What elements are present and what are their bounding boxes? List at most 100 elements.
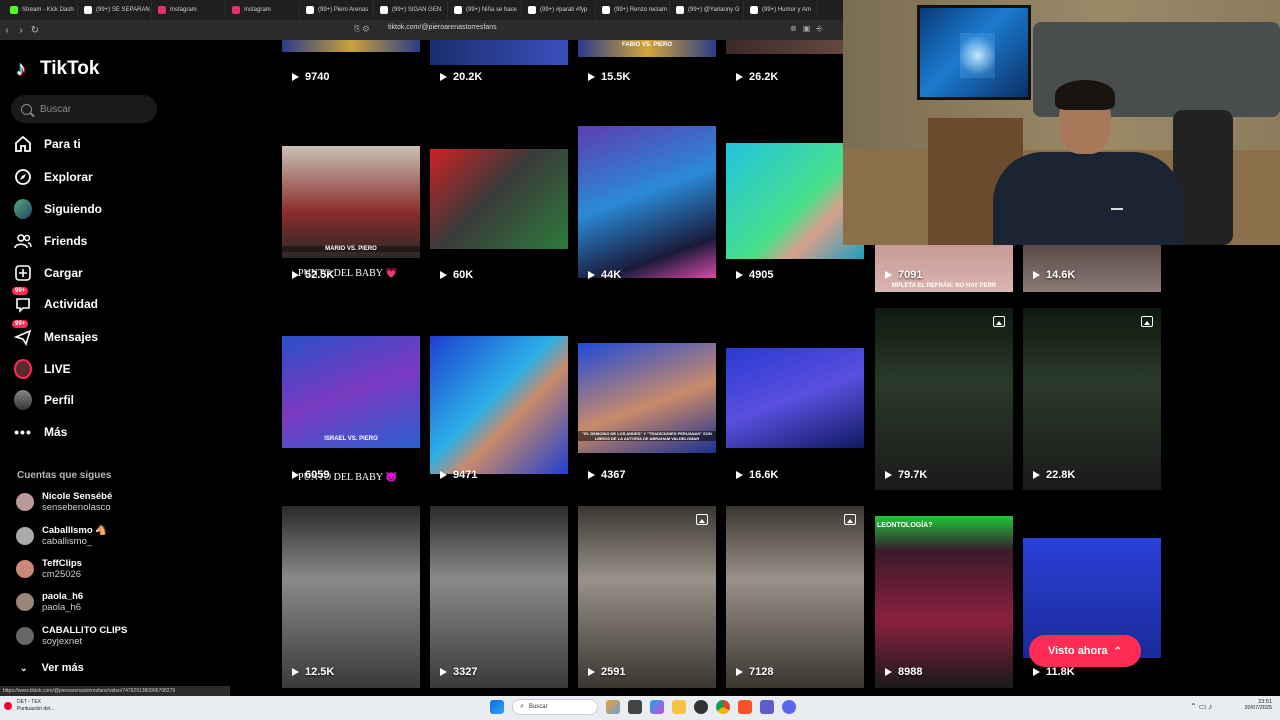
video-thumbnail <box>430 149 568 249</box>
followed-account[interactable]: Caballlsmo 🐴 caballismo_ <box>16 525 107 547</box>
view-count: 22.8K <box>1033 469 1075 481</box>
brave-icon[interactable] <box>738 700 752 714</box>
browser-tab[interactable]: (99+) SE SEPARAN <box>78 1 152 19</box>
see-more-button[interactable]: ⌄ Ver más <box>20 662 84 674</box>
browser-tab[interactable]: (99+) #parati #fyp <box>522 1 596 19</box>
taskbar-widget[interactable]: DET - TEX Puntuación del... <box>4 699 54 713</box>
bookmark-icon[interactable]: ⎘ ⚙ <box>354 24 369 34</box>
forward-icon[interactable]: › <box>14 25 28 36</box>
tiktok-logo[interactable]: ♪ ♪ ♪ TikTok <box>15 57 99 81</box>
search-input[interactable] <box>40 103 140 115</box>
video-thumbnail <box>1023 308 1161 490</box>
discord-icon[interactable] <box>782 700 796 714</box>
back-icon[interactable]: ‹ <box>0 25 14 36</box>
nav-explorar[interactable]: Explorar <box>14 166 93 188</box>
watched-now-button[interactable]: Visto ahora ⌃ <box>1029 635 1141 667</box>
nav-friends[interactable]: Friends <box>14 230 87 252</box>
followed-account[interactable]: paola_h6 paola_h6 <box>16 591 83 613</box>
task-view-icon[interactable] <box>628 700 642 714</box>
taskbar-search[interactable]: ⌕ Buscar <box>512 699 598 715</box>
extensions-icons[interactable]: ⊗▣⎆ <box>790 24 829 34</box>
browser-tab[interactable]: (99+) Humor y Am <box>744 1 818 19</box>
browser-tab[interactable]: Instagram <box>226 1 300 19</box>
nav-perfil[interactable]: Perfil <box>14 389 74 411</box>
browser-tab[interactable]: (99+) Renzo reclam <box>596 1 670 19</box>
play-icon <box>588 73 595 81</box>
video-card[interactable]: 44K <box>578 126 716 292</box>
nav-live[interactable]: LIVE <box>14 358 71 380</box>
video-card[interactable]: 12.5K <box>282 506 420 688</box>
account-name: Caballlsmo 🐴 <box>42 525 108 536</box>
followed-account[interactable]: CABALLITO CLIPS soyjexnet <box>16 625 127 647</box>
view-count: 2591 <box>588 666 625 678</box>
browser-tab[interactable]: (99+) Niña se hace <box>448 1 522 19</box>
weather-icon[interactable] <box>606 700 620 714</box>
video-card[interactable]: 2591 <box>578 506 716 688</box>
play-icon <box>1033 668 1040 676</box>
video-card[interactable]: ISRAEL VS. PIERO PUNTO DEL BABY 😈 6059 <box>282 336 420 490</box>
view-count: 26.2K <box>736 71 778 83</box>
followed-account[interactable]: TeffClips cm25026 <box>16 558 82 580</box>
reload-icon[interactable]: ↻ <box>28 25 42 36</box>
nav-actividad[interactable]: 99+ Actividad <box>12 287 98 315</box>
browser-tab[interactable]: Stream - Kick Dash <box>4 1 78 19</box>
browser-tab[interactable]: (99+) Piero Arenas <box>300 1 374 19</box>
account-name: TeffClips <box>42 558 82 569</box>
avatar <box>16 527 34 545</box>
video-card[interactable]: "EL DEMONIO DE LOS ANDES" Y "TRADICIONES… <box>578 336 716 490</box>
tiktok-favicon <box>676 6 684 14</box>
video-card[interactable]: 7128 <box>726 506 864 688</box>
nav-label: Siguiendo <box>44 202 102 216</box>
nav-siguiendo[interactable]: Siguiendo <box>14 198 102 220</box>
video-card[interactable]: 9471 <box>430 336 568 490</box>
video-card[interactable]: 9740 <box>282 40 420 92</box>
browser-tab[interactable]: (99+) SIGAN GEN <box>374 1 448 19</box>
video-thumbnail: LEONTOLOGÍA? <box>875 516 1013 688</box>
view-count: 9740 <box>292 71 329 83</box>
nav-cargar[interactable]: Cargar <box>14 262 83 284</box>
chrome-icon[interactable] <box>716 700 730 714</box>
person-hair <box>1055 80 1115 110</box>
browser-tab[interactable]: Instagram <box>152 1 226 19</box>
play-icon <box>440 471 447 479</box>
account-handle: sensebenolasco <box>42 502 111 513</box>
video-card[interactable]: 16.6K <box>726 336 864 490</box>
followed-account[interactable]: Nicole Sensébé sensebenolasco <box>16 491 112 513</box>
nav-para-ti[interactable]: Para ti <box>14 133 81 155</box>
browser-tab[interactable]: (99+) @Yarianny G <box>670 1 744 19</box>
video-card[interactable]: 3327 <box>430 506 568 688</box>
url-field[interactable]: tiktok.com/@pieroarenastorresfans <box>388 24 497 31</box>
nav-label: Más <box>44 425 68 439</box>
play-icon <box>736 271 743 279</box>
status-url: https://www.tiktok.com/@pieroarenastorre… <box>0 686 230 696</box>
video-card[interactable]: FABIO VS. PIERO 15.5K <box>578 40 716 92</box>
nav-mensajes[interactable]: 99+ Mensajes <box>12 320 98 348</box>
nav-mas[interactable]: ••• Más <box>14 421 67 443</box>
photo-carousel-icon <box>696 514 708 525</box>
video-card[interactable]: 22.8K <box>1023 308 1161 490</box>
obs-icon[interactable] <box>694 700 708 714</box>
teams-icon[interactable] <box>760 700 774 714</box>
search-box[interactable] <box>11 95 157 123</box>
avatar <box>16 560 34 578</box>
video-card[interactable]: 14.6K <box>1023 245 1161 292</box>
video-card[interactable]: 60K <box>430 126 568 292</box>
video-card[interactable]: MPLETA EL REFRÁN: NO HAY PERR 7091 <box>875 245 1013 292</box>
account-handle: cm25026 <box>42 569 82 580</box>
jacket-logo <box>1111 208 1123 212</box>
video-card[interactable]: MARIO VS. PIERO PUNTO DEL BABY 💗 52.5K <box>282 126 420 292</box>
copilot-icon[interactable] <box>650 700 664 714</box>
search-icon[interactable] <box>21 103 32 115</box>
view-count: 60K <box>440 269 473 281</box>
clock[interactable]: 23:51 20/07/2025 <box>1180 699 1272 711</box>
tab-favicon <box>10 6 18 14</box>
video-card[interactable]: 79.7K <box>875 308 1013 490</box>
video-card[interactable]: 20.2K <box>430 40 568 92</box>
windows-start-icon[interactable] <box>490 700 504 714</box>
video-card[interactable]: LEONTOLOGÍA? 8988 <box>875 516 1013 688</box>
file-explorer-icon[interactable] <box>672 700 686 714</box>
play-icon <box>292 271 299 279</box>
play-icon <box>736 73 743 81</box>
play-icon <box>292 668 299 676</box>
avatar <box>16 593 34 611</box>
